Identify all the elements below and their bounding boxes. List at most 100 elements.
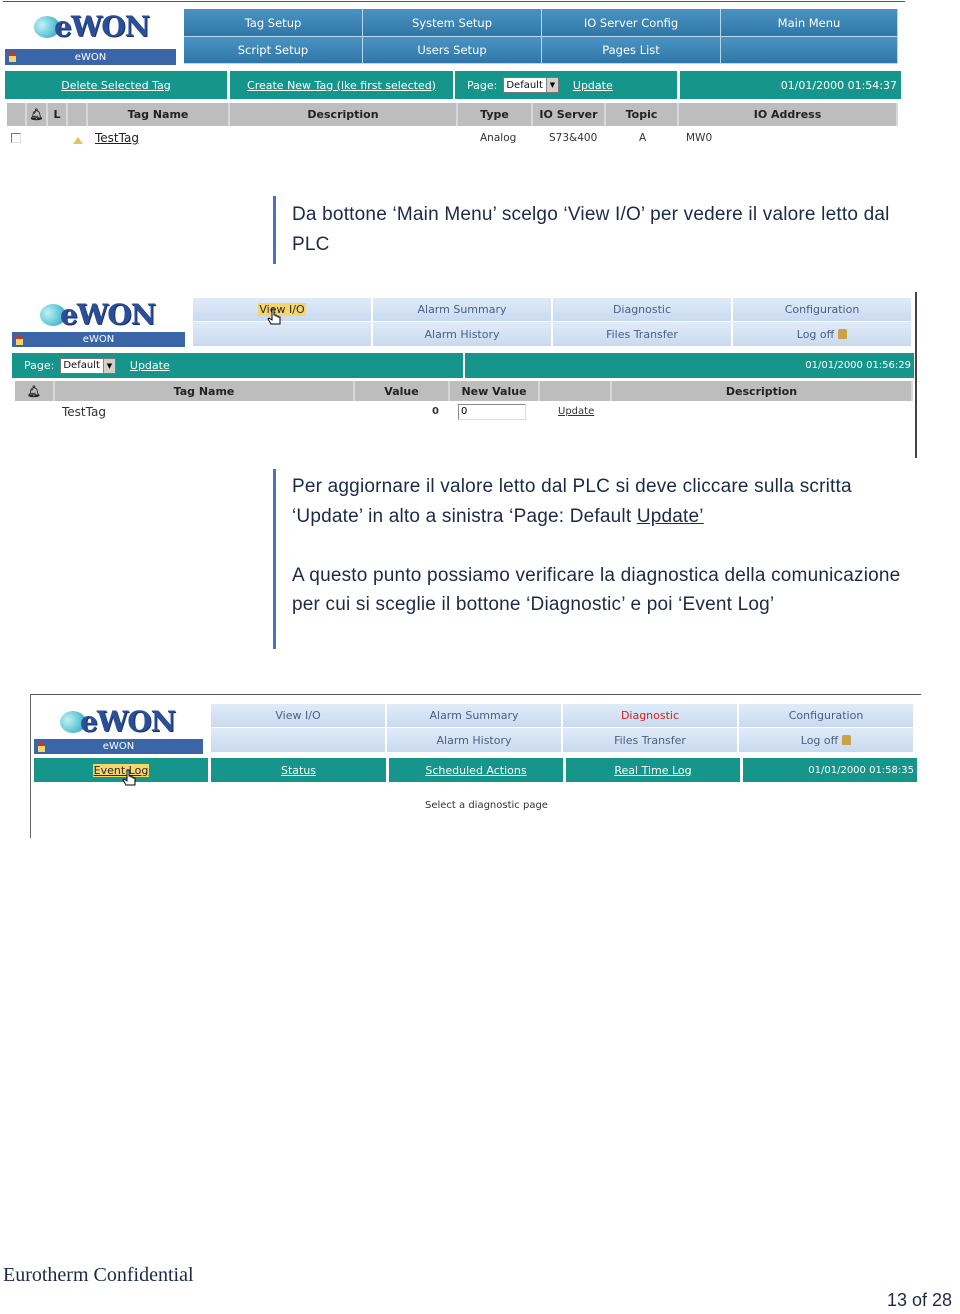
col-alarm: 🔔︎ <box>15 381 55 401</box>
nav-io-server-config[interactable]: IO Server Config <box>542 9 721 37</box>
lock-icon <box>842 735 852 745</box>
update-value-button[interactable]: Update <box>558 406 594 417</box>
delete-selected-tag-link[interactable]: Delete Selected Tag <box>61 79 170 92</box>
status-link[interactable]: Status <box>281 764 316 777</box>
new-value-input[interactable]: 0 <box>458 404 526 420</box>
screenshot-tag-setup: eWON eWON Tag Setup System Setup IO Serv… <box>0 0 905 160</box>
nav-alarm-history[interactable]: Alarm History <box>373 322 553 347</box>
col-tag-name: Tag Name <box>55 381 355 401</box>
logo-text: eWON <box>80 705 176 738</box>
toolbar-page: Page: Default ▼ Update <box>12 353 463 378</box>
nav-pages-list[interactable]: Pages List <box>542 37 721 64</box>
col-type: Type <box>458 103 533 126</box>
col-alarm: 🔔︎ <box>27 103 48 126</box>
instruction-text-1: Da bottone ‘Main Menu’ scelgo ‘View I/O’… <box>292 204 890 255</box>
hand-cursor-icon <box>122 769 136 786</box>
page-select[interactable]: Default ▼ <box>60 357 116 374</box>
top-border <box>30 694 921 695</box>
col-io-server: IO Server <box>533 103 606 126</box>
device-bar[interactable]: eWON <box>34 739 203 754</box>
tag-type: Analog <box>480 132 517 144</box>
nav-files-transfer[interactable]: Files Transfer <box>563 728 739 753</box>
device-bar[interactable]: eWON <box>5 49 176 65</box>
home-icon[interactable] <box>14 334 25 345</box>
datetime: 01/01/2000 01:54:37 <box>780 78 897 92</box>
submenu-status: Status <box>211 758 386 782</box>
select-diagnostic-message: Select a diagnostic page <box>425 800 548 811</box>
col-io-address: IO Address <box>679 103 898 126</box>
tag-io-server: S73&400 <box>549 132 598 144</box>
nav-configuration[interactable]: Configuration <box>733 298 913 322</box>
tag-name: TestTag <box>62 405 106 419</box>
instruction-text-3: A questo punto possiamo verificare la di… <box>292 564 901 616</box>
nav-users-setup[interactable]: Users Setup <box>363 37 542 64</box>
col-select <box>7 103 27 126</box>
col-value: Value <box>355 381 450 401</box>
toolbar-datetime: 01/01/2000 01:56:29 <box>465 353 914 378</box>
update-link[interactable]: Update <box>130 359 170 372</box>
col-log: L <box>48 103 68 126</box>
view-io-label: View I/O <box>258 303 306 316</box>
tag-name-link[interactable]: TestTag <box>95 131 139 145</box>
logo: eWON <box>34 10 150 43</box>
real-time-log-link[interactable]: Real Time Log <box>614 764 691 777</box>
tag-lock-icon <box>73 132 83 144</box>
nav-view-io[interactable]: View I/O <box>211 704 387 728</box>
toolbar-datetime: 01/01/2000 01:54:37 <box>680 71 901 99</box>
tag-topic: A <box>639 132 647 144</box>
nav-system-setup[interactable]: System Setup <box>363 9 542 37</box>
left-border <box>30 694 31 838</box>
row-checkbox[interactable] <box>11 133 21 143</box>
nav-alarm-summary[interactable]: Alarm Summary <box>387 704 563 728</box>
update-reference: Update’ <box>636 505 704 527</box>
datetime: 01/01/2000 01:58:35 <box>808 764 914 776</box>
nav-log-off[interactable]: Log off <box>733 322 913 347</box>
screenshot-diagnostic: eWON eWON View I/O Alarm Summary Diagnos… <box>0 693 925 838</box>
toolbar-page: Page: Default ▼ Update <box>455 71 677 99</box>
col-tag-name: Tag Name <box>88 103 230 126</box>
nav-script-setup[interactable]: Script Setup <box>184 37 363 64</box>
tag-io-address: MW0 <box>686 132 713 144</box>
bell-icon: 🔔︎ <box>29 108 44 121</box>
nav-empty <box>211 728 387 753</box>
nav-alarm-summary[interactable]: Alarm Summary <box>373 298 553 322</box>
update-link[interactable]: Update <box>573 79 613 92</box>
toolbar-delete: Delete Selected Tag <box>5 71 227 99</box>
nav-alarm-history[interactable]: Alarm History <box>387 728 563 753</box>
instruction-callout-2: Per aggiornare il valore letto dal PLC s… <box>273 469 923 649</box>
device-name: eWON <box>82 334 115 345</box>
home-icon[interactable] <box>7 51 18 62</box>
chevron-down-icon: ▼ <box>545 78 558 92</box>
create-new-tag-link[interactable]: Create New Tag (lke first selected) <box>247 79 436 92</box>
nav-main-menu[interactable]: Main Menu <box>721 9 898 37</box>
nav-configuration[interactable]: Configuration <box>739 704 915 728</box>
toolbar-create: Create New Tag (lke first selected) <box>230 71 453 99</box>
submenu-event-log: Event Log <box>34 758 208 782</box>
nav-tag-setup[interactable]: Tag Setup <box>184 9 363 37</box>
nav-empty <box>721 37 898 64</box>
device-name: eWON <box>74 51 107 63</box>
home-icon[interactable] <box>36 741 47 752</box>
hand-cursor-icon <box>267 308 281 325</box>
right-border <box>915 292 917 458</box>
event-log-link[interactable]: Event Log <box>92 763 150 777</box>
page-label: Page: <box>467 78 498 92</box>
page-number: 13 of 28 <box>886 1290 952 1310</box>
instruction-text-2: Per aggiornare il valore letto dal PLC s… <box>292 476 852 527</box>
page-select[interactable]: Default ▼ <box>503 77 559 93</box>
logo: eWON <box>40 298 156 331</box>
submenu-scheduled-actions: Scheduled Actions <box>389 758 563 782</box>
nav-log-off[interactable]: Log off <box>739 728 915 753</box>
diagnostic-active-label: Diagnostic <box>620 709 680 722</box>
nav-diagnostic[interactable]: Diagnostic <box>563 704 739 728</box>
nav-files-transfer[interactable]: Files Transfer <box>553 322 733 347</box>
device-bar[interactable]: eWON <box>12 332 185 347</box>
col-description: Description <box>230 103 458 126</box>
lock-icon <box>838 329 848 339</box>
page-label: Page: <box>24 359 55 372</box>
screenshot-view-io: eWON eWON View I/O Alarm Summary Diagnos… <box>0 288 920 460</box>
col-topic: Topic <box>606 103 679 126</box>
nav-diagnostic[interactable]: Diagnostic <box>553 298 733 322</box>
nav-view-io[interactable]: View I/O <box>193 298 373 322</box>
scheduled-actions-link[interactable]: Scheduled Actions <box>425 764 526 777</box>
